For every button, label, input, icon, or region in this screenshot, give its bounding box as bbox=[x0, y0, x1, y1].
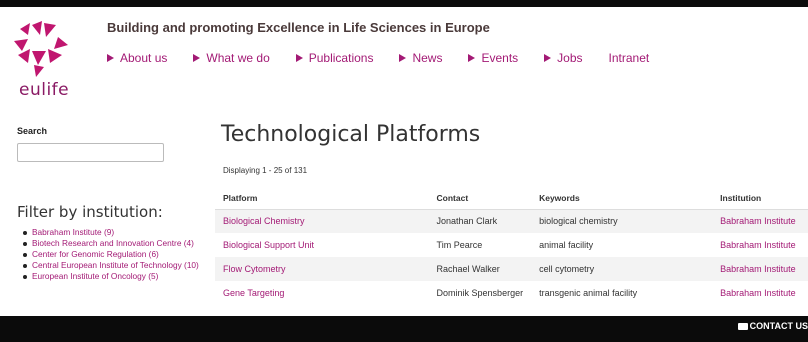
institution-link[interactable]: Babraham Institute bbox=[712, 281, 808, 305]
contact-cell: Rachael Walker bbox=[428, 257, 532, 281]
institution-filter-list: Babraham Institute (9) Biotech Research … bbox=[22, 227, 200, 282]
nav-label: News bbox=[412, 51, 443, 65]
chevron-right-icon bbox=[193, 54, 201, 62]
table-row: Biological Support Unit Tim Pearce anima… bbox=[215, 233, 808, 257]
results-count: Displaying 1 - 25 of 131 bbox=[223, 166, 308, 175]
top-bar bbox=[0, 0, 808, 7]
filter-item-crg[interactable]: Center for Genomic Regulation (6) bbox=[22, 249, 200, 260]
table-row: Biological Chemistry Jonathan Clark biol… bbox=[215, 209, 808, 233]
column-header-keywords[interactable]: Keywords bbox=[531, 187, 712, 209]
chevron-right-icon bbox=[468, 54, 476, 62]
platforms-table: Platform Contact Keywords Institution Bi… bbox=[215, 187, 808, 305]
search-input[interactable] bbox=[17, 143, 164, 162]
contact-cell: Dominik Spensberger bbox=[436, 288, 524, 298]
nav-jobs[interactable]: Jobs bbox=[544, 51, 583, 65]
filter-item-biotech[interactable]: Biotech Research and Innovation Centre (… bbox=[22, 238, 200, 249]
contact-us-label: CONTACT US bbox=[749, 321, 808, 331]
nav-label: Events bbox=[481, 51, 519, 65]
platform-link[interactable]: Biological Chemistry bbox=[215, 209, 429, 233]
nav-label: What we do bbox=[206, 51, 270, 65]
platform-link[interactable]: Biological Support Unit bbox=[215, 233, 429, 257]
main-navigation: About us What we do Publications News Ev… bbox=[107, 51, 675, 65]
contact-us-button[interactable]: CONTACT US bbox=[737, 321, 808, 331]
platform-link[interactable]: Gene Targeting bbox=[215, 281, 429, 305]
contact-cell: Jonathan Clark bbox=[428, 209, 532, 233]
filter-title: Filter by institution: bbox=[17, 203, 163, 221]
column-header-institution[interactable]: Institution bbox=[712, 187, 808, 209]
page-title: Technological Platforms bbox=[221, 122, 481, 147]
filter-item-ceitec[interactable]: Central European Institute of Technology… bbox=[22, 260, 200, 271]
table-row: Flow Cytometry Rachael Walker cell cytom… bbox=[215, 257, 808, 281]
chevron-right-icon bbox=[399, 54, 407, 62]
chevron-right-icon bbox=[107, 54, 114, 62]
site-tagline: Building and promoting Excellence in Lif… bbox=[107, 20, 490, 35]
institution-link[interactable]: Babraham Institute bbox=[712, 233, 808, 257]
nav-label: Intranet bbox=[608, 51, 650, 65]
nav-about-us[interactable]: About us bbox=[107, 51, 167, 65]
nav-events[interactable]: Events bbox=[468, 51, 518, 65]
logo-text[interactable]: eulife bbox=[19, 80, 69, 100]
chevron-right-icon bbox=[544, 54, 552, 62]
contact-cell: Tim Pearce bbox=[436, 240, 483, 250]
hand-pointer-icon bbox=[737, 322, 748, 330]
table-row: Gene Targeting Dominik Spensberger trans… bbox=[215, 281, 808, 305]
nav-what-we-do[interactable]: What we do bbox=[193, 51, 270, 65]
filter-item-ieo[interactable]: European Institute of Oncology (5) bbox=[22, 271, 200, 282]
nav-news[interactable]: News bbox=[399, 51, 442, 65]
nav-publications[interactable]: Publications bbox=[295, 51, 374, 65]
nav-label: Publications bbox=[308, 51, 374, 65]
nav-intranet[interactable]: Intranet bbox=[609, 51, 650, 65]
table-header-row: Platform Contact Keywords Institution bbox=[215, 187, 808, 209]
nav-label: About us bbox=[120, 51, 168, 65]
platform-link[interactable]: Flow Cytometry bbox=[215, 257, 429, 281]
institution-link[interactable]: Babraham Institute bbox=[712, 257, 808, 281]
footer-bar: CONTACT US bbox=[0, 316, 808, 342]
chevron-right-icon bbox=[295, 54, 303, 62]
keywords-cell: cell cytometry bbox=[531, 257, 713, 281]
keywords-cell: transgenic animal facility bbox=[539, 288, 638, 298]
search-label: Search bbox=[17, 126, 48, 136]
keywords-cell: biological chemistry bbox=[531, 209, 713, 233]
column-header-contact[interactable]: Contact bbox=[429, 187, 532, 209]
filter-item-babraham[interactable]: Babraham Institute (9) bbox=[22, 227, 200, 238]
institution-link[interactable]: Babraham Institute bbox=[712, 209, 808, 233]
nav-label: Jobs bbox=[557, 51, 583, 65]
keywords-cell: animal facility bbox=[539, 240, 594, 250]
column-header-platform[interactable]: Platform bbox=[215, 187, 429, 209]
